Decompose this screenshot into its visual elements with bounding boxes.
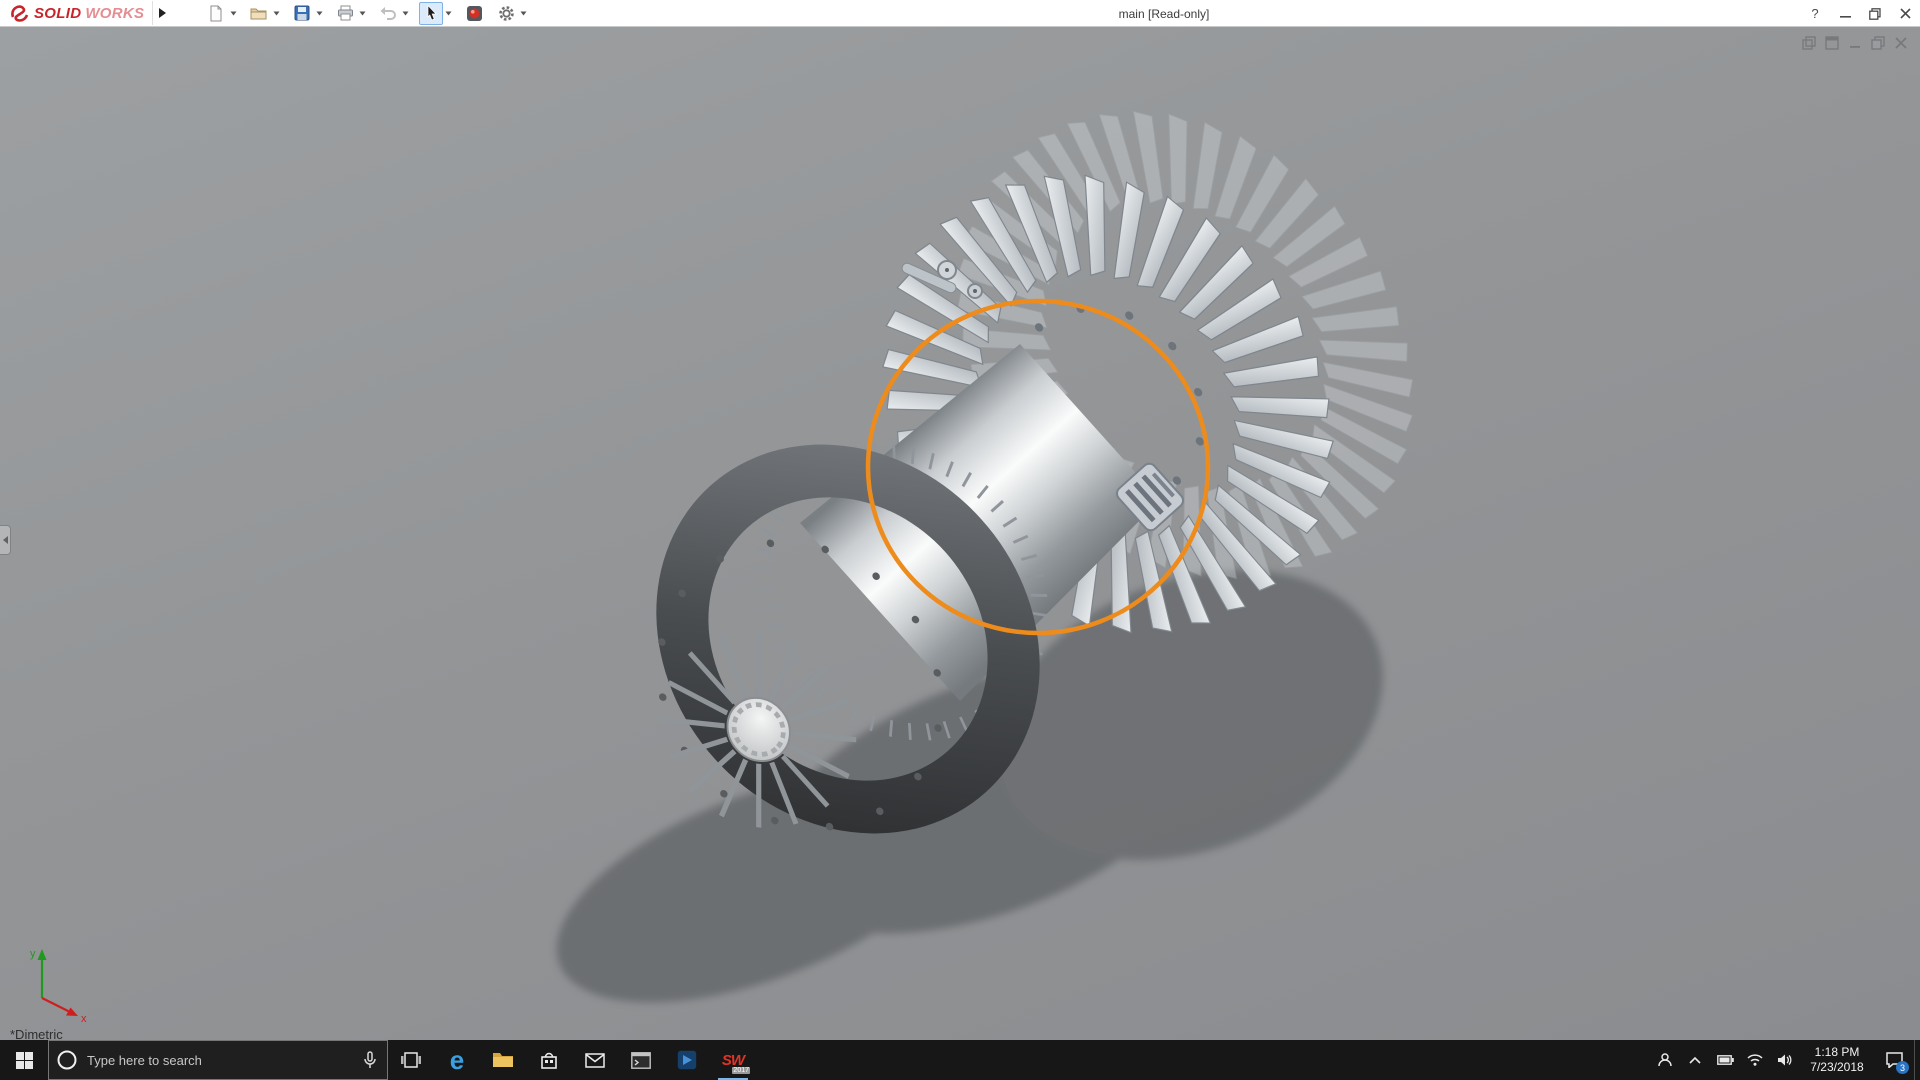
wifi-icon	[1747, 1054, 1763, 1066]
graphics-viewport[interactable]: y x *Dimetric	[0, 27, 1920, 1040]
close-icon	[1900, 8, 1911, 19]
task-view-button[interactable]	[388, 1040, 434, 1080]
print-button[interactable]	[333, 2, 357, 25]
undo-button[interactable]	[376, 2, 400, 25]
close-button[interactable]	[1890, 0, 1920, 27]
appearance-button[interactable]	[462, 2, 486, 25]
taskbar-edge[interactable]: e	[434, 1040, 480, 1080]
taskbar-blue-app[interactable]	[664, 1040, 710, 1080]
select-dropdown[interactable]	[443, 2, 454, 25]
quick-access-toolbar	[204, 2, 535, 25]
windows-logo-icon	[16, 1052, 33, 1069]
cascade-icon[interactable]	[1802, 36, 1816, 50]
new-document-icon	[208, 5, 224, 22]
microphone-icon[interactable]	[363, 1051, 377, 1069]
dassault-ds-icon	[8, 2, 30, 24]
undo-arrow-icon	[380, 6, 396, 20]
taskbar-mail[interactable]	[572, 1040, 618, 1080]
window-controls: ?	[1800, 0, 1920, 27]
taskbar-file-explorer[interactable]	[480, 1040, 526, 1080]
show-desktop-button[interactable]	[1914, 1040, 1920, 1080]
document-title: main [Read-only]	[1119, 0, 1210, 27]
minimize-icon	[1840, 8, 1851, 19]
edge-icon: e	[450, 1047, 464, 1073]
open-folder-icon	[250, 6, 268, 21]
save-button[interactable]	[290, 2, 314, 25]
new-window-icon[interactable]	[1825, 36, 1839, 50]
y-axis-arrow	[38, 949, 47, 960]
task-view-icon	[401, 1052, 421, 1068]
help-button[interactable]: ?	[1800, 0, 1830, 27]
mail-icon	[585, 1053, 605, 1068]
y-axis-label: y	[30, 948, 36, 960]
command-prompt-icon	[631, 1052, 651, 1069]
restore-icon	[1869, 8, 1881, 20]
open-button[interactable]	[247, 2, 271, 25]
taskbar-command-prompt[interactable]	[618, 1040, 664, 1080]
taskbar-store[interactable]	[526, 1040, 572, 1080]
options-dropdown[interactable]	[518, 2, 529, 25]
select-cursor-icon	[425, 5, 438, 21]
volume-button[interactable]	[1772, 1040, 1798, 1080]
save-dropdown[interactable]	[314, 2, 325, 25]
minimize-button[interactable]	[1830, 0, 1860, 27]
battery-button[interactable]	[1712, 1040, 1738, 1080]
people-icon	[1657, 1052, 1673, 1068]
action-center-button[interactable]: 3	[1874, 1040, 1914, 1080]
system-tray	[1652, 1040, 1800, 1080]
logo-text-works: WORKS	[85, 5, 144, 22]
doc-close-icon[interactable]	[1894, 36, 1908, 50]
store-bag-icon	[540, 1051, 558, 1070]
notification-badge: 3	[1896, 1061, 1909, 1074]
x-axis-label: x	[81, 1013, 87, 1024]
chevron-up-icon	[1689, 1056, 1701, 1064]
logo-text-solid: SOLID	[34, 5, 81, 22]
appearance-sphere-icon	[466, 5, 483, 22]
new-document-dropdown[interactable]	[228, 2, 239, 25]
doc-restore-icon[interactable]	[1871, 36, 1885, 50]
menu-flyout-button[interactable]	[152, 1, 170, 25]
new-document-button[interactable]	[204, 2, 228, 25]
search-input[interactable]	[87, 1053, 354, 1068]
engine-model[interactable]	[0, 27, 1920, 1040]
print-dropdown[interactable]	[357, 2, 368, 25]
open-dropdown[interactable]	[271, 2, 282, 25]
solidworks-2017-icon: SW 2017	[719, 1047, 747, 1073]
windows-taskbar: e SW 2017	[0, 1040, 1920, 1080]
start-button[interactable]	[0, 1040, 48, 1080]
options-button[interactable]	[494, 2, 518, 25]
taskbar-search[interactable]	[48, 1040, 388, 1080]
document-window-controls	[1802, 36, 1908, 50]
restore-button[interactable]	[1860, 0, 1890, 27]
people-button[interactable]	[1652, 1040, 1678, 1080]
gear-icon	[498, 5, 515, 22]
speaker-icon	[1777, 1053, 1793, 1067]
network-button[interactable]	[1742, 1040, 1768, 1080]
taskbar-clock[interactable]: 1:18 PM 7/23/2018	[1800, 1040, 1874, 1080]
panel-arrow-icon	[3, 536, 8, 544]
panel-expand-tab[interactable]	[0, 525, 11, 555]
titlebar: SOLIDWORKS	[0, 0, 1920, 27]
taskbar-solidworks-2017[interactable]: SW 2017	[710, 1040, 756, 1080]
view-orientation-label: *Dimetric	[10, 1027, 63, 1040]
undo-dropdown[interactable]	[400, 2, 411, 25]
printer-icon	[337, 5, 354, 21]
solidworks-logo: SOLIDWORKS	[0, 0, 152, 26]
clock-time: 1:18 PM	[1815, 1045, 1860, 1060]
hidden-icons-button[interactable]	[1682, 1040, 1708, 1080]
orientation-triad: y x	[12, 940, 98, 1024]
cortana-icon	[56, 1049, 78, 1071]
flyout-arrow-icon	[158, 8, 166, 18]
save-floppy-icon	[294, 5, 310, 21]
clock-date: 7/23/2018	[1810, 1060, 1863, 1075]
file-explorer-icon	[492, 1051, 514, 1069]
battery-icon	[1717, 1055, 1734, 1065]
select-button[interactable]	[419, 2, 443, 25]
doc-minimize-icon[interactable]	[1848, 36, 1862, 50]
blue-app-icon	[677, 1050, 697, 1070]
